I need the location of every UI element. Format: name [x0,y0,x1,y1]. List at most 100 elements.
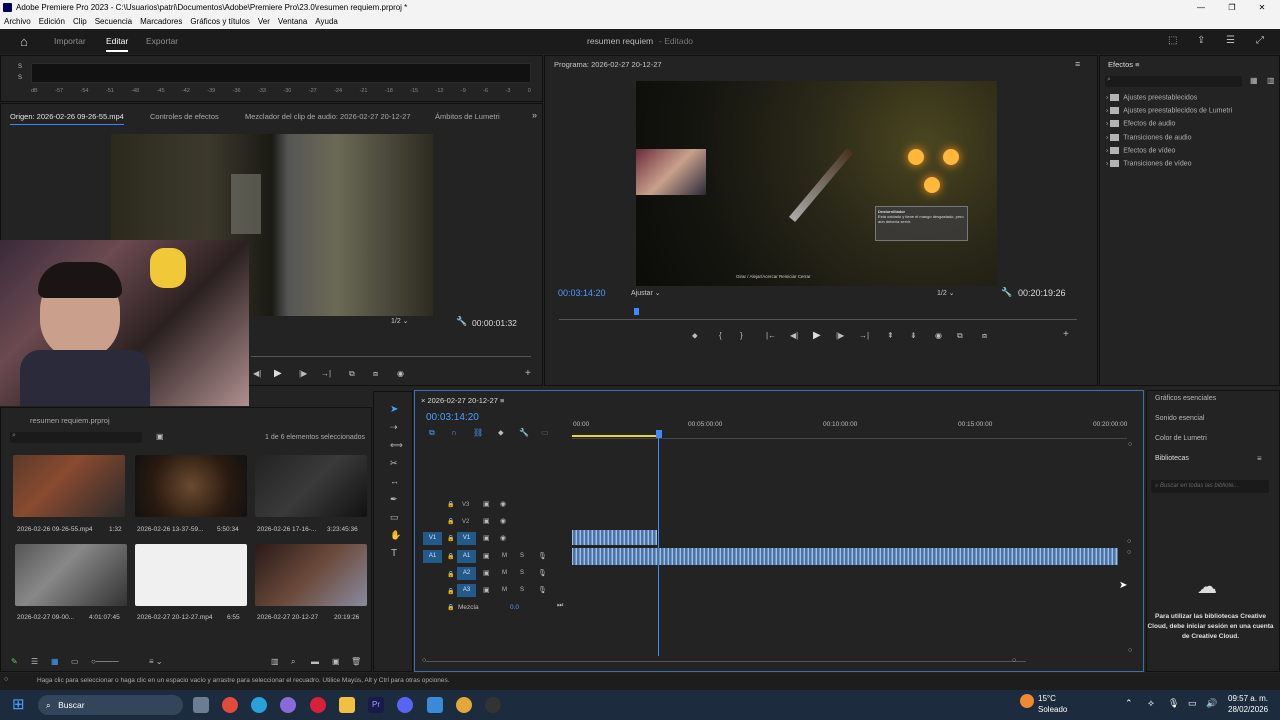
go-to-in-button[interactable]: |← [766,331,776,340]
source-overwrite-button[interactable]: ⧈ [373,369,378,379]
step-back-button[interactable]: ◀| [790,331,798,340]
menu-edicion[interactable]: Edición [39,17,65,26]
effects-item-video-effects[interactable]: › Efectos de vídeo [1106,147,1175,154]
program-resolution-select[interactable]: 1/2 ⌄ [937,289,989,297]
project-item-thumbnail-6[interactable] [255,544,367,606]
list-view-icon[interactable]: ▥ [1267,76,1275,85]
track-lock-v3[interactable]: 🔒 [447,501,454,508]
effects-item-video-transitions[interactable]: › Transiciones de vídeo [1106,160,1192,167]
project-search-input[interactable]: ⌕ [10,432,142,443]
track-output-a1[interactable]: ▣ [483,552,490,560]
pencil-icon[interactable]: ✎ [11,657,18,666]
tab-lumetri-scopes[interactable]: Ámbitos de Lumetri [435,112,500,121]
program-fit-select[interactable]: Ajustar ⌄ [631,289,683,297]
mix-value[interactable]: 0.0 [510,604,519,611]
wifi-icon[interactable]: ⟡ [1148,698,1154,709]
source-add-button[interactable]: + [525,368,531,379]
source-step-forward-button[interactable]: |▶ [299,369,307,378]
track-height-handle-1[interactable]: ○ [1127,538,1131,545]
quick-export-icon[interactable]: ⬚ [1168,35,1177,46]
hand-tool-icon[interactable]: ✋ [390,530,401,541]
source-scrub-bar[interactable] [251,356,531,357]
essential-sound-tab[interactable]: Sonido esencial [1155,415,1204,422]
mic-a3-icon[interactable]: 🎙 [538,586,547,594]
essential-graphics-tab[interactable]: Gráficos esenciales [1155,395,1216,402]
mic-tray-icon[interactable]: 🎙 [1168,698,1179,709]
menu-archivo[interactable]: Archivo [4,17,31,26]
tab-audio-clip-mixer[interactable]: Mezclador del clip de audio: 2026-02-27 … [245,112,411,121]
track-eye-v2-icon[interactable]: ◉ [500,517,506,525]
add-marker-icon[interactable]: ⬥ [498,428,504,438]
program-timecode[interactable]: 00:03:14:20 [558,288,606,298]
source-goto-out-button[interactable]: →| [321,369,331,378]
selection-tool-icon[interactable]: ➤ [390,404,398,415]
close-button[interactable]: ✕ [1256,0,1268,15]
timeline-timecode[interactable]: 00:03:14:20 [426,412,479,423]
track-output-v3[interactable]: ▣ [483,500,490,508]
type-tool-icon[interactable]: T [391,548,397,559]
chrome-icon[interactable] [222,697,238,713]
mute-a1[interactable]: M [502,553,507,559]
source-play-button[interactable]: ▶ [274,368,282,379]
minimize-button[interactable]: — [1195,0,1207,15]
volume-icon[interactable]: 🔊 [1206,698,1217,709]
menu-marcadores[interactable]: Marcadores [140,17,182,26]
program-playhead-marker[interactable] [634,308,639,315]
ripple-edit-tool-icon[interactable]: ⟺ [390,440,403,451]
linked-selection-icon[interactable]: ⛓ [473,428,483,437]
solo-a3[interactable]: S [520,587,524,593]
track-eye-v3-icon[interactable]: ◉ [500,500,506,508]
edge-icon[interactable] [251,697,267,713]
new-bin-icon[interactable]: ▦ [1250,76,1258,85]
source-resolution-select[interactable]: 1/2 ⌄ [391,317,441,328]
nest-toggle-icon[interactable]: ⧉ [429,428,435,438]
workspaces-icon[interactable]: ☰ [1226,35,1235,46]
automate-button[interactable]: ▥ [271,657,279,666]
tray-chevron-icon[interactable]: ⌃ [1125,698,1133,709]
track-select-tool-icon[interactable]: ⇢ [390,422,398,433]
program-scrub-bar[interactable] [559,319,1077,320]
solo-a2[interactable]: S [520,570,524,576]
list-view-button[interactable]: ☰ [31,657,38,666]
audio-clip-a1[interactable] [572,548,1118,565]
panel-overflow-icon[interactable]: » [532,110,537,120]
razor-tool-icon[interactable]: ✂ [390,458,398,469]
extract-button[interactable]: ⇟ [910,331,917,340]
program-add-button[interactable]: + [1063,329,1069,340]
solo-left-label[interactable]: S [18,64,22,70]
program-settings-icon[interactable]: 🔧 [1001,287,1012,298]
track-height-handle-2[interactable]: ○ [1127,549,1131,556]
project-item-thumbnail-2[interactable] [135,455,247,517]
new-bin-button[interactable]: ▬ [311,657,319,666]
project-item-thumbnail-5[interactable] [135,544,247,606]
effects-item-lumetri-presets[interactable]: › Ajustes preestablecidos de Lumetri [1106,107,1232,114]
zoom-handle-right[interactable]: ○ [1012,657,1016,664]
track-output-v1[interactable]: ▣ [483,534,490,542]
source-export-frame-button[interactable]: ◉ [397,369,404,378]
track-a3-label[interactable]: A3 [457,584,476,597]
opera-icon[interactable] [310,697,326,713]
track-lock-a2[interactable]: 🔒 [447,571,454,578]
track-v3-label[interactable]: V3 [462,502,469,508]
menu-clip[interactable]: Clip [73,17,87,26]
project-item-thumbnail-1[interactable] [13,455,125,517]
solo-right-label[interactable]: S [18,75,22,81]
track-lock-a1[interactable]: 🔒 [447,553,454,560]
lumetri-color-tab[interactable]: Color de Lumetri [1155,435,1207,442]
home-icon[interactable]: ⌂ [20,34,28,49]
lift-button[interactable]: ⇞ [887,331,894,340]
effects-search-input[interactable]: ⌕ [1105,76,1242,87]
captions-icon[interactable]: ▭ [541,428,549,437]
timeline-scroll-bottom[interactable]: ○ [1128,647,1132,654]
mark-in-button[interactable]: { [719,331,722,340]
fullscreen-icon[interactable]: ⤢ [1256,35,1264,46]
timeline-zoom-bar[interactable] [426,661,1026,662]
project-item-thumbnail-4[interactable] [15,544,127,606]
add-marker-button[interactable]: ⬥ [692,331,698,341]
track-output-a3[interactable]: ▣ [483,586,490,594]
chrome-2-icon[interactable] [456,697,472,713]
mark-out-button[interactable]: } [740,331,743,340]
track-a1-label[interactable]: A1 [457,550,476,563]
tab-effect-controls[interactable]: Controles de efectos [150,112,219,121]
solo-a1[interactable]: S [520,553,524,559]
